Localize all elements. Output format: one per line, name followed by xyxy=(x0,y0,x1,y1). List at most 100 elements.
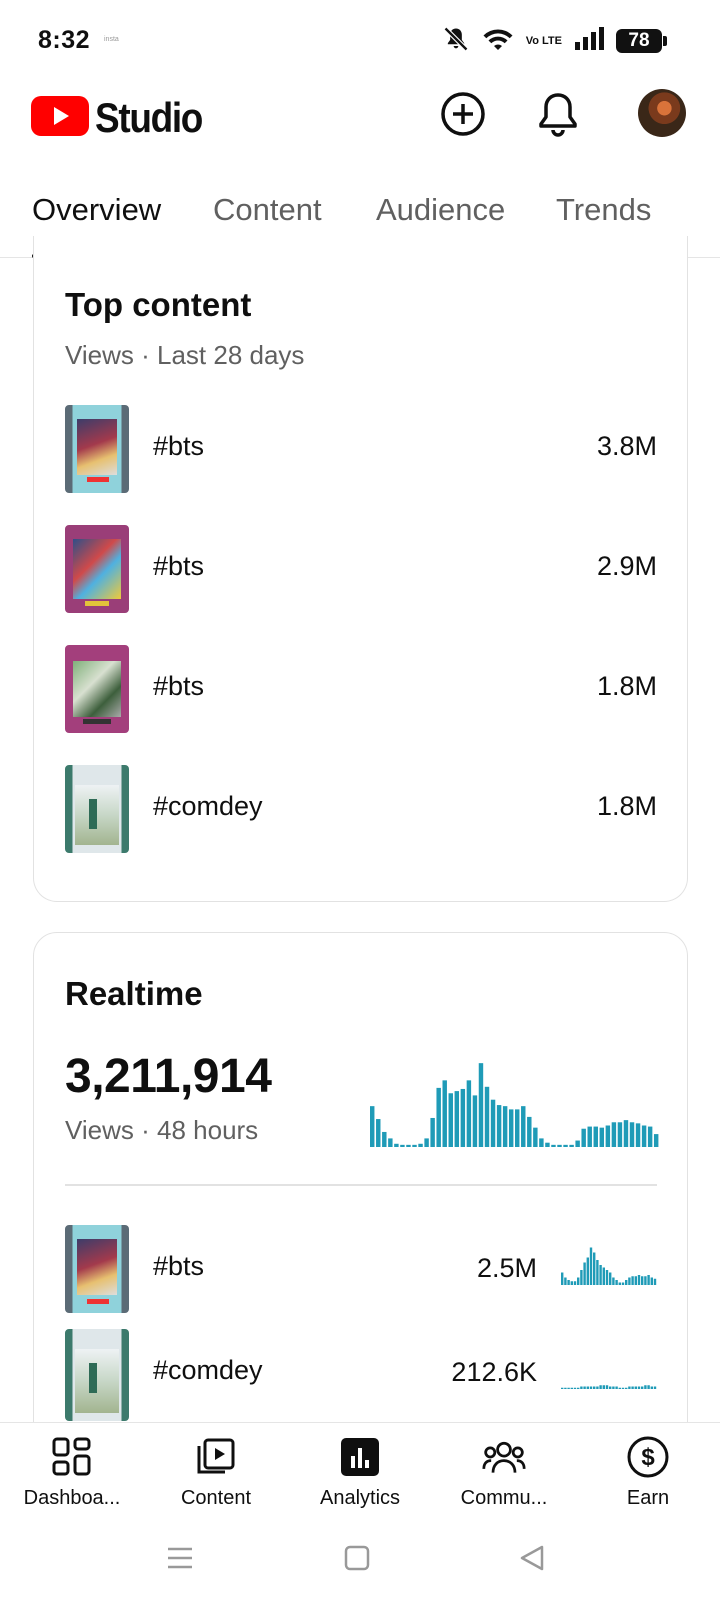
chart-bar xyxy=(454,1091,460,1147)
video-title: #bts xyxy=(153,431,205,461)
back-button[interactable] xyxy=(512,1538,552,1578)
nav-dashboard[interactable]: Dashboa... xyxy=(0,1423,144,1527)
top-content-title: Top content xyxy=(65,286,252,323)
tab-audience[interactable]: Audience xyxy=(376,192,505,228)
chart-bar xyxy=(583,1386,586,1389)
video-views: 3.8M xyxy=(596,431,657,461)
chart-bar xyxy=(596,1386,599,1389)
chart-bar xyxy=(448,1093,453,1147)
chart-bar xyxy=(580,1270,583,1285)
recent-apps-button[interactable] xyxy=(160,1538,200,1578)
realtime-total-views: 3,211,914 xyxy=(65,1050,272,1103)
top-content-card: Top content Views · Last 28 days #bts 3.… xyxy=(33,236,688,902)
chart-bar xyxy=(631,1276,634,1285)
notifications-button[interactable] xyxy=(530,86,586,142)
svg-text:$: $ xyxy=(641,1444,655,1471)
community-icon xyxy=(482,1435,526,1479)
chart-bar xyxy=(612,1277,615,1285)
chart-bar xyxy=(653,1386,657,1389)
nav-earn[interactable]: $ Earn xyxy=(576,1423,720,1527)
chart-bar xyxy=(623,1120,629,1147)
chart-bar xyxy=(382,1131,387,1147)
chart-bar xyxy=(508,1109,514,1147)
chart-bar xyxy=(545,1142,550,1147)
chart-bar xyxy=(567,1387,570,1389)
chart-bar xyxy=(570,1281,573,1285)
chart-bar xyxy=(612,1386,615,1389)
analytics-icon xyxy=(338,1435,382,1479)
video-sparkline xyxy=(561,1247,657,1285)
chart-bar xyxy=(577,1387,580,1389)
chart-bar xyxy=(567,1280,570,1285)
nav-content[interactable]: Content xyxy=(144,1423,288,1527)
chart-bar xyxy=(569,1144,574,1147)
chart-bar xyxy=(573,1387,577,1389)
chart-bar xyxy=(515,1109,520,1147)
chart-bar xyxy=(647,1275,650,1285)
chart-bar xyxy=(644,1385,647,1389)
chart-bar xyxy=(621,1387,625,1389)
chart-bar xyxy=(563,1144,568,1147)
chart-bar xyxy=(430,1117,435,1147)
video-title: #comdey xyxy=(153,1355,263,1385)
video-thumbnail xyxy=(65,1329,129,1421)
chart-bar xyxy=(653,1134,659,1147)
video-title: #bts xyxy=(153,671,205,701)
chart-bar xyxy=(583,1262,586,1285)
home-button[interactable] xyxy=(337,1538,377,1578)
chart-bar xyxy=(564,1387,567,1389)
dashboard-icon xyxy=(50,1435,94,1479)
nav-community[interactable]: Commu... xyxy=(432,1423,576,1527)
tab-content[interactable]: Content xyxy=(213,192,322,228)
nav-label: Commu... xyxy=(460,1487,548,1509)
app-name: Studio xyxy=(95,94,203,141)
video-sparkline xyxy=(561,1385,657,1389)
chart-bar xyxy=(596,1260,599,1285)
chart-bar xyxy=(605,1270,609,1285)
status-time: 8:32 xyxy=(38,26,91,54)
chart-bar xyxy=(589,1386,593,1389)
chart-bar xyxy=(460,1088,466,1147)
tab-trends[interactable]: Trends xyxy=(556,192,651,228)
realtime-card[interactable]: Realtime 3,211,914 Views · 48 hours #bts… xyxy=(33,932,688,1452)
video-views: 2.9M xyxy=(596,551,657,581)
chart-bar xyxy=(599,1265,602,1285)
studio-logo[interactable]: Studio xyxy=(31,94,217,142)
list-item[interactable]: #comdey 212.6K xyxy=(65,1329,657,1421)
earn-icon: $ xyxy=(626,1435,670,1479)
chart-bar xyxy=(602,1267,605,1285)
nav-label: Analytics xyxy=(319,1487,401,1509)
chart-bar xyxy=(605,1125,611,1147)
chart-bar xyxy=(587,1126,592,1147)
chart-bar xyxy=(618,1282,621,1285)
avatar[interactable] xyxy=(638,89,686,137)
chart-bar xyxy=(647,1126,653,1147)
list-item[interactable]: #comdey 1.8M xyxy=(65,765,657,853)
bottom-navigation: Dashboa... Content Analytics Commu... $ … xyxy=(0,1422,720,1526)
video-thumbnail xyxy=(65,405,129,493)
chart-bar xyxy=(472,1095,478,1147)
list-item[interactable]: #bts 2.9M xyxy=(65,525,657,613)
list-item[interactable]: #bts 1.8M xyxy=(65,645,657,733)
chart-bar xyxy=(628,1386,631,1389)
chart-bar xyxy=(599,1127,605,1147)
back-triangle-icon xyxy=(520,1545,544,1571)
create-button[interactable] xyxy=(435,86,491,142)
list-item[interactable]: #bts 2.5M xyxy=(65,1225,657,1313)
chart-bar xyxy=(388,1138,393,1147)
menu-icon xyxy=(168,1547,192,1569)
nav-analytics[interactable]: Analytics xyxy=(288,1423,432,1527)
signal-icon xyxy=(574,26,604,57)
video-title: #bts xyxy=(153,551,205,581)
chart-bar xyxy=(561,1387,564,1389)
tab-overview[interactable]: Overview xyxy=(32,192,161,228)
chart-bar xyxy=(629,1122,635,1147)
list-item[interactable]: #bts 3.8M xyxy=(65,405,657,493)
chart-bar xyxy=(593,1126,598,1147)
add-circle-icon xyxy=(441,92,485,136)
chart-bar xyxy=(564,1277,567,1285)
chart-bar xyxy=(605,1385,609,1389)
chart-bar xyxy=(593,1252,596,1285)
chart-bar xyxy=(570,1387,573,1389)
volte-indicator: Vo LTE xyxy=(525,34,562,47)
